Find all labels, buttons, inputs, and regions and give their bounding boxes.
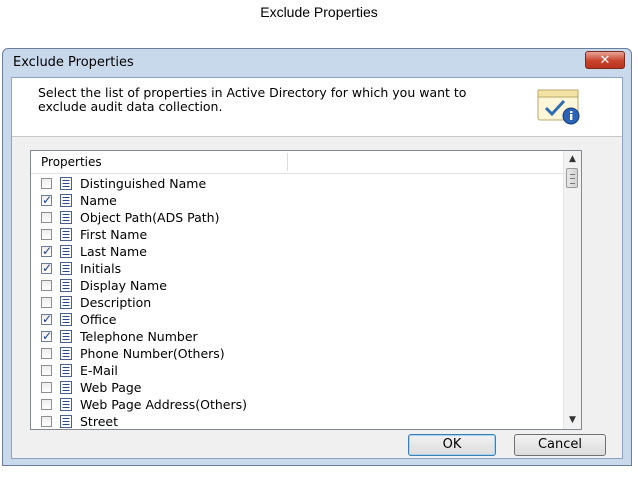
property-label: Name bbox=[80, 193, 117, 208]
property-checkbox[interactable] bbox=[41, 297, 52, 308]
property-icon bbox=[60, 211, 72, 224]
list-item[interactable]: First Name bbox=[31, 226, 565, 243]
properties-list[interactable]: Properties Distinguished Name ✓ Name Object… bbox=[30, 150, 582, 430]
exclude-properties-dialog: Exclude Properties ✕ Select the list of … bbox=[2, 48, 632, 466]
property-label: Display Name bbox=[80, 278, 167, 293]
vertical-scrollbar[interactable]: ▲ ▼ bbox=[563, 151, 581, 429]
list-item[interactable]: Web Page bbox=[31, 379, 565, 396]
list-item[interactable]: Street bbox=[31, 413, 565, 429]
checkmark-icon: ✓ bbox=[42, 261, 53, 275]
checkmark-icon: ✓ bbox=[42, 193, 53, 207]
property-label: Web Page bbox=[80, 380, 142, 395]
property-checkbox[interactable] bbox=[41, 365, 52, 376]
list-item[interactable]: ✓ Initials bbox=[31, 260, 565, 277]
dialog-title: Exclude Properties bbox=[13, 55, 134, 70]
property-icon bbox=[60, 228, 72, 241]
property-label: Distinguished Name bbox=[80, 176, 207, 191]
property-checkbox[interactable] bbox=[41, 229, 52, 240]
close-icon: ✕ bbox=[599, 53, 611, 68]
cancel-button[interactable]: Cancel bbox=[514, 434, 606, 456]
property-label: E-Mail bbox=[80, 363, 118, 378]
list-item[interactable]: ✓ Name bbox=[31, 192, 565, 209]
list-item[interactable]: Object Path(ADS Path) bbox=[31, 209, 565, 226]
property-label: Phone Number(Others) bbox=[80, 346, 225, 361]
property-checkbox[interactable] bbox=[41, 382, 52, 393]
property-checkbox[interactable] bbox=[41, 416, 52, 427]
list-item[interactable]: ✓ Office bbox=[31, 311, 565, 328]
property-checkbox[interactable] bbox=[41, 178, 52, 189]
property-checkbox[interactable] bbox=[41, 399, 52, 410]
close-button[interactable]: ✕ bbox=[585, 51, 625, 69]
property-checkbox[interactable]: ✓ bbox=[41, 244, 53, 258]
page-caption: Exclude Properties bbox=[260, 4, 378, 20]
property-icon bbox=[60, 279, 72, 292]
property-icon bbox=[60, 177, 72, 190]
property-icon bbox=[60, 194, 72, 207]
property-icon bbox=[60, 330, 72, 343]
column-header-properties: Properties bbox=[41, 155, 102, 169]
property-icon bbox=[60, 347, 72, 360]
ok-button[interactable]: OK bbox=[408, 434, 496, 456]
list-item[interactable]: Phone Number(Others) bbox=[31, 345, 565, 362]
property-icon bbox=[60, 296, 72, 309]
scroll-up-arrow-icon[interactable]: ▲ bbox=[564, 151, 581, 168]
list-item[interactable]: Distinguished Name bbox=[31, 175, 565, 192]
property-label: Last Name bbox=[80, 244, 147, 259]
property-icon bbox=[60, 313, 72, 326]
list-item[interactable]: E-Mail bbox=[31, 362, 565, 379]
property-icon bbox=[60, 245, 72, 258]
property-checkbox[interactable]: ✓ bbox=[41, 193, 53, 207]
property-label: Web Page Address(Others) bbox=[80, 397, 247, 412]
property-checkbox[interactable]: ✓ bbox=[41, 312, 53, 326]
list-item[interactable]: ✓ Last Name bbox=[31, 243, 565, 260]
scrollbar-thumb[interactable] bbox=[566, 168, 578, 188]
property-rows: Distinguished Name ✓ Name Object Path(ADS P… bbox=[31, 175, 565, 429]
checkmark-icon: ✓ bbox=[42, 312, 53, 326]
property-label: Initials bbox=[80, 261, 122, 276]
property-label: First Name bbox=[80, 227, 148, 242]
property-label: Object Path(ADS Path) bbox=[80, 210, 220, 225]
property-icon bbox=[60, 398, 72, 411]
property-icon bbox=[60, 262, 72, 275]
property-label: Description bbox=[80, 295, 152, 310]
property-icon bbox=[60, 381, 72, 394]
checklist-info-icon bbox=[537, 89, 580, 125]
checkmark-icon: ✓ bbox=[42, 329, 53, 343]
title-bar: Exclude Properties ✕ bbox=[3, 49, 631, 77]
dialog-description: Select the list of properties in Active … bbox=[38, 85, 467, 114]
list-item[interactable]: Web Page Address(Others) bbox=[31, 396, 565, 413]
dialog-content: Select the list of properties in Active … bbox=[11, 77, 623, 459]
checkmark-icon: ✓ bbox=[42, 244, 53, 258]
property-checkbox[interactable]: ✓ bbox=[41, 329, 53, 343]
list-item[interactable]: ✓ Telephone Number bbox=[31, 328, 565, 345]
column-header[interactable]: Properties bbox=[31, 151, 565, 174]
list-item[interactable]: Description bbox=[31, 294, 565, 311]
property-label: Telephone Number bbox=[80, 329, 198, 344]
scroll-down-arrow-icon[interactable]: ▼ bbox=[564, 412, 581, 429]
property-label: Office bbox=[80, 312, 117, 327]
header-panel: Select the list of properties in Active … bbox=[12, 78, 622, 137]
property-icon bbox=[60, 364, 72, 377]
property-icon bbox=[60, 415, 72, 428]
property-checkbox[interactable] bbox=[41, 212, 52, 223]
column-divider[interactable] bbox=[287, 153, 288, 171]
property-label: Street bbox=[80, 414, 118, 429]
property-checkbox[interactable] bbox=[41, 348, 52, 359]
property-checkbox[interactable]: ✓ bbox=[41, 261, 53, 275]
property-checkbox[interactable] bbox=[41, 280, 52, 291]
list-item[interactable]: Display Name bbox=[31, 277, 565, 294]
